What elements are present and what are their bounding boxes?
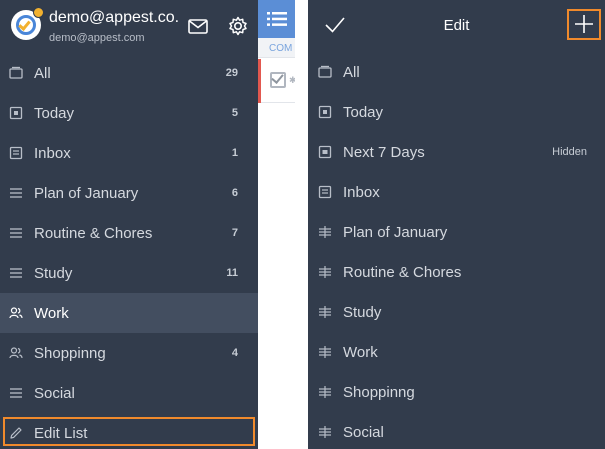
pencil-icon: [10, 427, 22, 439]
drag-handle-icon[interactable]: [318, 345, 332, 359]
sidebar-item-label: Plan of January: [34, 184, 139, 202]
shared-users-icon: [9, 307, 23, 319]
sidebar-item-label: Routine & Chores: [34, 224, 153, 242]
edit-item-inbox[interactable]: Inbox: [308, 172, 605, 212]
edit-list-panel: Edit All Today Next 7 Days Hidden Inbox: [308, 0, 605, 449]
sidebar: demo@appest.co... demo@appest.com All 29…: [0, 0, 258, 449]
sidebar-item-shoppinng[interactable]: Shoppinng 4: [0, 333, 258, 373]
edit-item-plan-of-january[interactable]: Plan of January: [308, 212, 605, 252]
sidebar-item-all[interactable]: All 29: [0, 53, 258, 93]
edit-item-label: Work: [343, 344, 378, 361]
edit-item-label: Social: [343, 424, 384, 441]
drag-handle-icon[interactable]: [318, 305, 332, 319]
edit-item-today[interactable]: Today: [308, 92, 605, 132]
panel-divider: [295, 0, 308, 449]
tray-icon: [9, 66, 23, 79]
list-icon: [10, 228, 22, 238]
count-badge: 29: [225, 67, 238, 79]
menu-list-icon[interactable]: [267, 11, 287, 27]
edit-item-label: Inbox: [343, 184, 380, 201]
count-badge: 5: [231, 107, 238, 119]
count-badge: 7: [231, 227, 238, 239]
sidebar-item-label: Shoppinng: [34, 344, 106, 362]
edit-list-label: Edit List: [34, 424, 88, 442]
count-badge: 4: [231, 347, 238, 359]
edit-item-label: Routine & Chores: [343, 264, 462, 281]
gear-icon[interactable]: [227, 15, 249, 37]
edit-title: Edit: [443, 17, 470, 34]
edit-item-social[interactable]: Social: [308, 412, 605, 449]
account-header: demo@appest.co... demo@appest.com: [0, 0, 258, 52]
plus-icon: [575, 15, 593, 33]
sidebar-list: All 29 Today 5 Inbox 1 Plan of January 6…: [0, 53, 258, 449]
avatar[interactable]: [11, 7, 44, 40]
account-name[interactable]: demo@appest.co...: [49, 9, 179, 27]
tray-icon: [318, 65, 332, 78]
inbox-icon: [318, 185, 332, 199]
add-list-button[interactable]: [567, 9, 601, 40]
calendar-icon: [9, 106, 23, 120]
edit-item-label: Today: [343, 104, 384, 121]
edit-item-shoppinng[interactable]: Shoppinng: [308, 372, 605, 412]
edit-item-routine-chores[interactable]: Routine & Chores: [308, 252, 605, 292]
drag-handle-icon[interactable]: [318, 425, 332, 439]
drag-handle-icon[interactable]: [318, 225, 332, 239]
sidebar-item-plan-of-january[interactable]: Plan of January 6: [0, 173, 258, 213]
count-badge: 11: [226, 267, 238, 279]
edit-item-label: Shoppinng: [343, 384, 415, 401]
sidebar-item-study[interactable]: Study 11: [0, 253, 258, 293]
drag-handle-icon[interactable]: [318, 265, 332, 279]
list-icon: [10, 188, 22, 198]
sidebar-item-label: Social: [34, 384, 75, 402]
calendar-icon: [318, 145, 332, 159]
sidebar-item-label: Inbox: [34, 144, 71, 162]
pro-badge-icon: [33, 7, 44, 18]
count-badge: 6: [231, 187, 238, 199]
sidebar-item-routine-chores[interactable]: Routine & Chores 7: [0, 213, 258, 253]
edit-list: All Today Next 7 Days Hidden Inbox Plan …: [308, 52, 605, 449]
count-badge: 1: [231, 147, 238, 159]
edit-item-work[interactable]: Work: [308, 332, 605, 372]
visibility-status[interactable]: Hidden: [552, 146, 587, 158]
list-icon: [10, 388, 22, 398]
edit-list-button[interactable]: Edit List: [0, 413, 258, 449]
drag-handle-icon[interactable]: [318, 385, 332, 399]
sidebar-item-label: All: [34, 64, 51, 82]
task-list-toolbar: [258, 0, 295, 38]
section-header: COM: [258, 38, 295, 58]
list-icon: [10, 268, 22, 278]
section-label: COM: [269, 43, 293, 54]
sidebar-item-inbox[interactable]: Inbox 1: [0, 133, 258, 173]
sidebar-item-social[interactable]: Social: [0, 373, 258, 413]
edit-item-study[interactable]: Study: [308, 292, 605, 332]
calendar-icon: [318, 105, 332, 119]
sidebar-item-today[interactable]: Today 5: [0, 93, 258, 133]
edit-item-label: Next 7 Days: [343, 144, 425, 161]
edit-item-label: Plan of January: [343, 224, 448, 241]
edit-item-all[interactable]: All: [308, 52, 605, 92]
edit-item-label: All: [343, 64, 360, 81]
sidebar-item-label: Work: [34, 304, 69, 322]
sidebar-item-label: Today: [34, 104, 75, 122]
task-list-peek: COM ✱: [258, 0, 297, 449]
shared-users-icon: [9, 347, 23, 359]
sidebar-item-work[interactable]: Work: [0, 293, 258, 333]
account-email: demo@appest.com: [49, 32, 145, 44]
task-row[interactable]: ✱: [258, 59, 297, 103]
edit-item-next-7-days[interactable]: Next 7 Days Hidden: [308, 132, 605, 172]
edit-item-label: Study: [343, 304, 382, 321]
mail-icon[interactable]: [187, 15, 209, 37]
sidebar-item-label: Study: [34, 264, 73, 282]
inbox-icon: [9, 146, 23, 160]
priority-flag: [258, 59, 261, 103]
